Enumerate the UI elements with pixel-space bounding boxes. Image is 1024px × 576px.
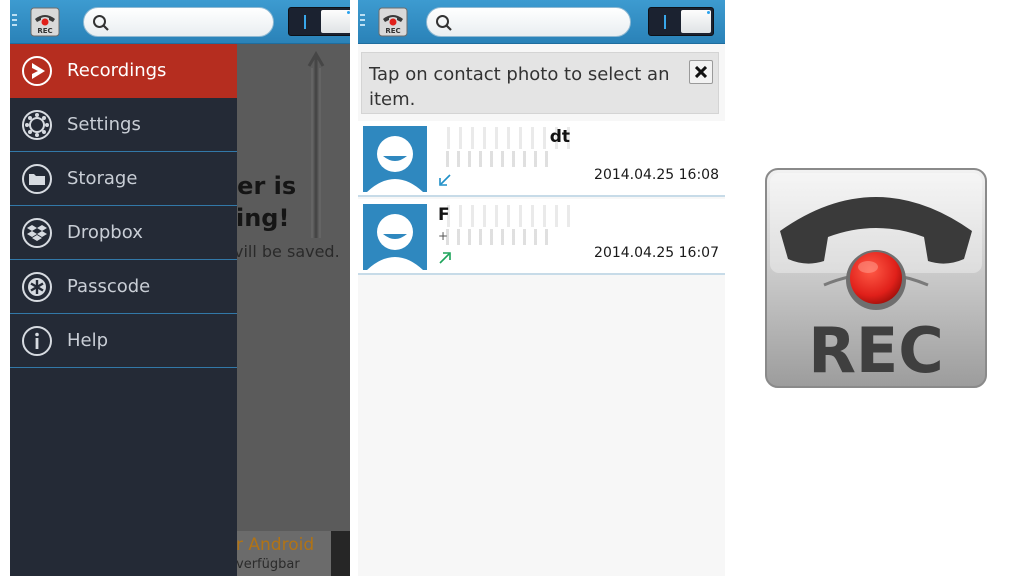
- search-icon: [436, 15, 452, 31]
- menu-item-recordings[interactable]: Recordings: [10, 44, 237, 98]
- search-input[interactable]: [83, 7, 274, 37]
- close-icon: [695, 66, 707, 78]
- menu-item-help[interactable]: Help: [10, 314, 237, 368]
- menu-icon[interactable]: [360, 14, 365, 30]
- recording-timestamp: 2014.04.25 16:08: [594, 167, 719, 183]
- contact-number: [438, 151, 556, 167]
- navigation-drawer: Recordings Settings Storage Dropbox Pass…: [10, 44, 237, 576]
- record-toggle[interactable]: [648, 7, 714, 36]
- recording-row[interactable]: F + 2014.04.25 16:07: [358, 199, 725, 275]
- settings-gear-icon: [22, 109, 52, 140]
- bg-subtitle: vill be saved.: [234, 242, 340, 261]
- menu-item-settings[interactable]: Settings: [10, 98, 237, 152]
- menu-item-storage[interactable]: Storage: [10, 152, 237, 206]
- top-bar: REC: [358, 0, 725, 44]
- menu-icon[interactable]: [12, 14, 17, 30]
- recordings-icon: [22, 55, 52, 86]
- outgoing-call-arrow-icon: [439, 252, 451, 264]
- recordings-screen: REC Tap on contact photo to select an it…: [358, 0, 725, 576]
- drawer-screen: REC der is king! vill be saved. r Androi…: [10, 0, 350, 576]
- dropbox-icon: [22, 217, 52, 248]
- app-logo-icon[interactable]: REC: [378, 7, 408, 37]
- contact-name: F: [438, 205, 570, 227]
- app-logo-icon[interactable]: REC: [30, 7, 60, 37]
- recording-row[interactable]: dt 2014.04.25 16:08: [358, 121, 725, 197]
- contact-name: dt: [438, 127, 570, 149]
- logo-rec-text: REC: [808, 314, 944, 387]
- menu-item-passcode[interactable]: Passcode: [10, 260, 237, 314]
- menu-label-recordings: Recordings: [67, 60, 167, 81]
- menu-label-dropbox: Dropbox: [67, 222, 143, 243]
- hint-text: Tap on contact photo to select an item.: [369, 64, 670, 110]
- arrow-up-icon: [307, 51, 325, 238]
- ad-banner[interactable]: r Android verfügbar: [236, 531, 331, 576]
- ad-line2: verfügbar: [236, 557, 300, 572]
- record-toggle[interactable]: [288, 7, 350, 36]
- call-recorder-logo-icon: REC: [765, 168, 987, 388]
- passcode-icon: [22, 271, 52, 302]
- incoming-call-arrow-icon: [439, 174, 451, 186]
- search-input[interactable]: [426, 7, 631, 37]
- folder-icon: [22, 163, 52, 194]
- close-hint-button[interactable]: [689, 60, 713, 84]
- menu-label-storage: Storage: [67, 168, 138, 189]
- menu-label-passcode: Passcode: [67, 276, 151, 297]
- search-icon: [93, 15, 109, 31]
- hint-banner: Tap on contact photo to select an item.: [361, 52, 719, 114]
- svg-text:REC: REC: [37, 27, 52, 35]
- contact-photo-icon[interactable]: [363, 126, 427, 192]
- menu-item-dropbox[interactable]: Dropbox: [10, 206, 237, 260]
- menu-label-settings: Settings: [67, 114, 141, 135]
- svg-text:REC: REC: [385, 27, 400, 35]
- help-info-icon: [22, 325, 52, 356]
- menu-label-help: Help: [67, 330, 109, 351]
- ad-line1: r Android: [236, 535, 315, 555]
- contact-number: +: [438, 229, 556, 245]
- contact-photo-icon[interactable]: [363, 204, 427, 270]
- recording-timestamp: 2014.04.25 16:07: [594, 245, 719, 261]
- ad-banner-edge: [331, 531, 350, 576]
- top-bar: REC: [10, 0, 350, 44]
